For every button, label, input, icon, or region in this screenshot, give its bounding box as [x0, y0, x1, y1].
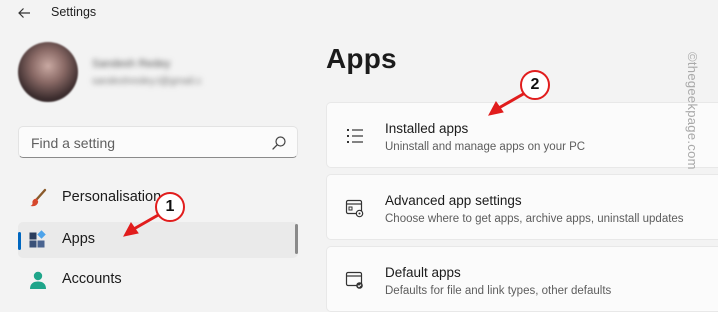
- watermark: ©thegeekpage.com: [685, 52, 700, 170]
- step-marker-2: 2: [520, 70, 550, 100]
- step-marker-1: 1: [155, 192, 185, 222]
- arrow-to-apps: [123, 212, 162, 237]
- arrow-to-installed-apps: [488, 91, 527, 116]
- annotation-arrows: [123, 91, 527, 237]
